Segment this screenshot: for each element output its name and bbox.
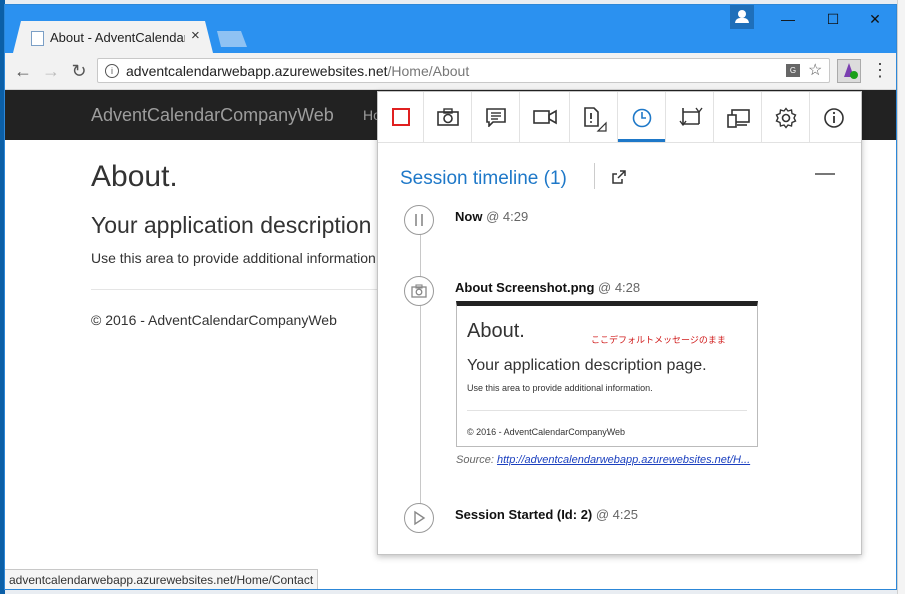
translate-icon[interactable]: G (786, 64, 800, 77)
url-path: /Home/About (387, 63, 470, 79)
close-window-button[interactable]: ✕ (855, 7, 895, 31)
page-footer: © 2016 - AdventCalendarCompanyWeb (91, 312, 337, 328)
note-icon (486, 108, 506, 127)
screen-capture-icon (679, 107, 703, 127)
back-button[interactable]: ← (11, 59, 35, 83)
site-info-icon[interactable]: i (105, 64, 119, 78)
new-tab-button[interactable] (217, 31, 247, 47)
info-button[interactable] (810, 92, 861, 142)
browser-toolbar: ← → ↻ i adventcalendarwebapp.azurewebsit… (5, 53, 896, 90)
page-paragraph: Use this area to provide additional info… (91, 250, 376, 266)
video-button[interactable] (520, 92, 570, 142)
forward-button[interactable]: → (39, 59, 63, 83)
video-icon (533, 109, 557, 125)
camera-button[interactable] (424, 92, 472, 142)
thumbnail-divider (467, 410, 747, 411)
camera-icon (437, 108, 459, 126)
entry-label: Session Started (Id: 2) (455, 507, 593, 522)
popout-icon[interactable] (612, 170, 626, 184)
timeline-node-now (404, 205, 434, 235)
source-link[interactable]: http://adventcalendarwebapp.azurewebsite… (497, 454, 750, 466)
settings-button[interactable] (762, 92, 810, 142)
timeline-icon (632, 108, 652, 128)
thumbnail-heading: About. (467, 320, 525, 342)
info-icon (824, 108, 844, 128)
timeline-entry-screenshot[interactable]: About Screenshot.png @ 4:28 (455, 280, 640, 295)
pause-icon (415, 214, 423, 226)
title-separator (594, 163, 595, 189)
profile-icon[interactable] (730, 5, 754, 29)
title-bar: About - AdventCalendarCompanyWeb × — ☐ ✕ (5, 5, 896, 53)
maximize-button[interactable]: ☐ (813, 7, 853, 31)
entry-time: @ 4:29 (486, 209, 529, 224)
entry-time: @ 4:28 (598, 280, 641, 295)
timeline-button[interactable] (618, 92, 666, 142)
timeline-line (420, 232, 421, 514)
minimize-button[interactable]: — (768, 7, 808, 31)
stop-recording-icon (392, 108, 410, 126)
address-bar[interactable]: i adventcalendarwebapp.azurewebsites.net… (97, 58, 830, 83)
bug-report-button[interactable] (570, 92, 618, 142)
timeline-node-start (404, 503, 434, 533)
collapse-button[interactable] (815, 173, 835, 175)
screen-capture-button[interactable] (666, 92, 714, 142)
page-title: About. (91, 160, 178, 193)
url-text[interactable]: adventcalendarwebapp.azurewebsites.net/H… (126, 63, 469, 79)
thumbnail-footer: © 2016 - AdventCalendarCompanyWeb (467, 427, 626, 437)
popup-toolbar (378, 92, 861, 143)
stop-recording-button[interactable] (378, 92, 424, 142)
timeline-entry-start: Session Started (Id: 2) @ 4:25 (455, 507, 638, 522)
timeline-node-screenshot (404, 276, 434, 306)
thumbnail-paragraph: Use this area to provide additional info… (467, 383, 653, 393)
chrome-menu-icon[interactable]: ⋮ (871, 59, 889, 83)
devices-button[interactable] (714, 92, 762, 142)
devices-icon (727, 109, 750, 128)
source-label: Source: (456, 454, 494, 466)
thumbnail-annotation: ここデフォルトメッセージのまま (591, 335, 726, 345)
note-button[interactable] (472, 92, 520, 142)
recording-status-dot (850, 71, 858, 79)
entry-label: About Screenshot.png (455, 280, 595, 295)
status-bubble: adventcalendarwebapp.azurewebsites.net/H… (5, 569, 319, 589)
bookmark-star-icon[interactable]: ☆ (808, 60, 822, 80)
timeline-entry-now: Now @ 4:29 (455, 209, 528, 224)
page-favicon-icon (31, 31, 44, 46)
url-host: adventcalendarwebapp.azurewebsites.net (126, 63, 388, 79)
extension-flask-icon[interactable] (837, 59, 861, 83)
camera-icon (411, 284, 427, 298)
tab-close-icon[interactable]: × (191, 27, 200, 44)
session-popup: Session timeline (1) Now @ 4:29 About Sc… (377, 91, 862, 555)
gear-icon (775, 107, 797, 129)
thumbnail-subheading: Your application description page. (467, 357, 707, 374)
bug-report-icon (584, 107, 607, 132)
tab-about[interactable]: About - AdventCalendarCompanyWeb × (13, 21, 213, 53)
screenshot-source: Source: http://adventcalendarwebapp.azur… (456, 454, 750, 466)
play-icon (414, 510, 426, 526)
entry-time: @ 4:25 (595, 507, 638, 522)
site-brand[interactable]: AdventCalendarCompanyWeb (91, 105, 334, 126)
page-subtitle: Your application description (91, 212, 372, 238)
timeline-title: Session timeline (1) (400, 168, 567, 189)
tab-title: About - AdventCalendarCompanyWeb (50, 30, 185, 45)
background-window-edge (897, 0, 905, 594)
reload-button[interactable]: ↻ (67, 59, 91, 83)
screenshot-thumbnail[interactable]: About. ここデフォルトメッセージのまま Your application … (456, 301, 758, 447)
entry-label: Now (455, 209, 483, 224)
